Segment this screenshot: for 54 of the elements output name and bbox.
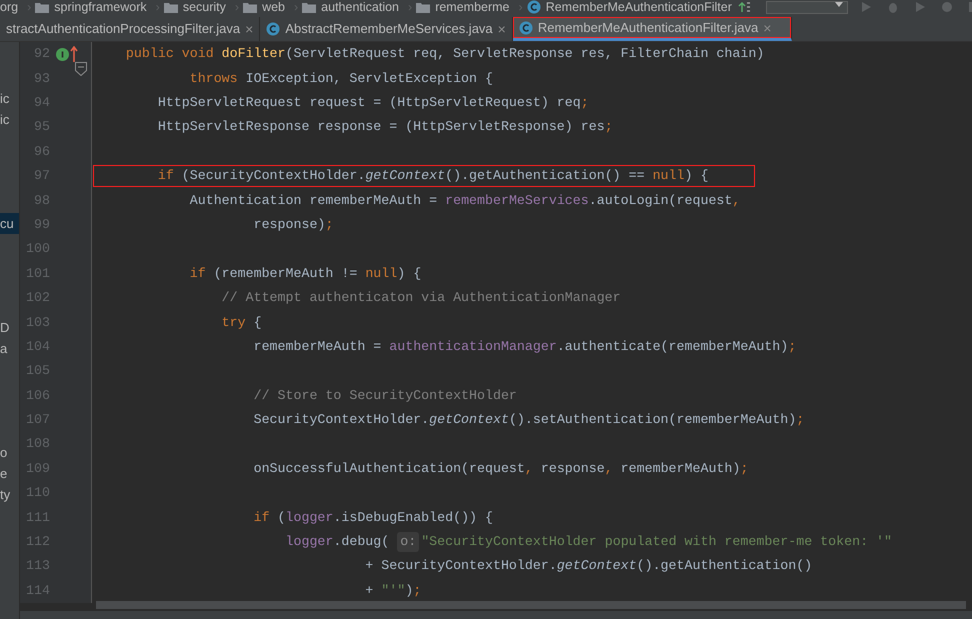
code-line: if (rememberMeAuth != null) { (188, 264, 422, 283)
tree-item[interactable]: ic (0, 88, 19, 109)
breadcrumb-item[interactable]: authentication (321, 0, 400, 14)
run-arrow-icon[interactable] (738, 1, 752, 13)
tree-item[interactable]: o (0, 442, 19, 463)
breadcrumb-item[interactable]: RememberMeAuthenticationFilter (546, 0, 732, 14)
breadcrumb-item[interactable]: rememberme (435, 0, 510, 14)
code-line: response); (252, 216, 334, 234)
editor-tab[interactable]: AbstractRememberMeServices.java × (260, 17, 513, 41)
code-line: onSuccessfulAuthentication(request, response, rememberMeAuth); (252, 460, 750, 478)
code-line: try { (220, 314, 263, 332)
code-line: throws IOException, ServletException { (188, 70, 494, 88)
code-line: SecurityContextHolder.getContext().setAuthentication(rememberMeAuth); (252, 411, 806, 430)
code-line: logger.debug( o: "SecurityContextHolder populated with remember-me token: '" (93, 531, 893, 553)
tree-item[interactable]: D (0, 317, 19, 338)
horizontal-scrollbar[interactable] (96, 601, 966, 609)
editor-tab[interactable]: RememberMeAuthenticationFilter.java × (512, 17, 792, 41)
close-icon[interactable]: × (245, 22, 254, 36)
tree-item[interactable]: ty (0, 484, 19, 505)
breadcrumb-separator: › (156, 0, 160, 14)
breadcrumb-item[interactable]: web (262, 0, 285, 14)
tree-item[interactable]: ic (0, 109, 19, 130)
code-line: HttpServletResponse response = (HttpServletResponse) res; (156, 118, 614, 136)
breadcrumb-item[interactable]: security (182, 0, 226, 14)
editor-tab[interactable]: stractAuthenticationProcessingFilter.java × (0, 17, 260, 41)
breadcrumb-separator: › (294, 0, 298, 14)
tree-item[interactable]: cu (0, 213, 19, 234)
class-icon (518, 20, 533, 34)
run-config-dropdown[interactable] (766, 0, 848, 14)
code-line: public void doFilter(ServletRequest req, ServletResponse res, FilterChain chain) (124, 45, 766, 64)
code-line: // Attempt authenticaton via AuthenticationManager (220, 289, 622, 308)
up-arrow-icon[interactable] (70, 46, 78, 62)
code-line: + "'"); (364, 582, 422, 600)
code-line: + SecurityContextHolder.getContext().getAuthentication() (364, 557, 814, 576)
implements-icon[interactable] (56, 48, 69, 61)
code-line: Authentication rememberMeAuth = rememberMeServices.autoLogin(request, (188, 192, 742, 210)
breadcrumb-separator: › (27, 0, 32, 14)
tree-item[interactable]: e (0, 463, 19, 484)
breadcrumb-item[interactable]: springframework (54, 0, 147, 14)
fold-icon[interactable] (75, 62, 87, 76)
code-line: HttpServletRequest request = (HttpServletRequest) req; (156, 94, 590, 112)
tree-item[interactable]: a (0, 338, 19, 359)
breadcrumb-separator: › (234, 0, 240, 14)
breadcrumb-separator: › (518, 0, 523, 14)
breadcrumb-separator: › (408, 0, 412, 14)
code-line: // Store to SecurityContextHolder (252, 386, 518, 405)
code-line: rememberMeAuth = authenticationManager.authenticate(rememberMeAuth); (252, 338, 798, 356)
caret-icon (834, 2, 843, 8)
code-line: if (logger.isDebugEnabled()) { (252, 508, 494, 527)
coverage-icon[interactable] (940, 1, 954, 13)
class-icon (266, 22, 280, 36)
breadcrumb-item[interactable]: org (0, 0, 18, 14)
class-icon (526, 0, 541, 14)
close-icon[interactable]: × (498, 22, 506, 36)
